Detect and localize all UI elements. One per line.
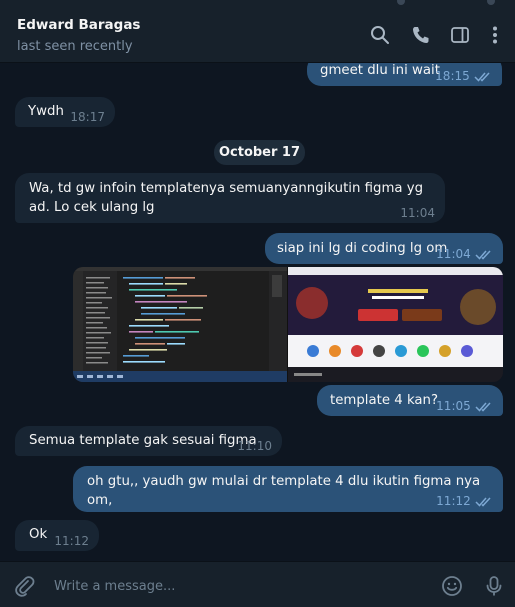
message-composer xyxy=(0,561,515,607)
message-incoming[interactable]: Ywdh 18:17 xyxy=(15,97,115,127)
message-incoming[interactable]: Ok 11:12 xyxy=(15,520,99,551)
search-icon[interactable] xyxy=(369,24,391,46)
message-text: oh gtu,, yaudh gw mulai dr template 4 dl… xyxy=(87,474,481,508)
message-text: gmeet dlu ini wait xyxy=(320,63,440,78)
message-text: Semua template gak sesuai figma xyxy=(29,433,257,448)
chat-header: Edward Baragas last seen recently xyxy=(0,6,515,63)
message-text: template 4 kan? xyxy=(330,393,439,408)
message-time: 11:04 xyxy=(436,247,471,261)
message-time: 11:12 xyxy=(54,534,89,548)
read-checkmarks-icon xyxy=(475,496,491,507)
message-text: Ywdh xyxy=(28,104,64,119)
date-divider: October 17 xyxy=(214,140,305,165)
window-dot xyxy=(397,0,405,5)
message-time: 11:04 xyxy=(400,206,435,220)
message-outgoing[interactable]: gmeet dlu ini wait 18:15 xyxy=(307,63,502,86)
message-text: Ok xyxy=(29,527,48,542)
message-list[interactable]: gmeet dlu ini wait 18:15 Ywdh 18:17 Octo… xyxy=(0,63,515,559)
message-incoming[interactable]: Wa, td gw infoin templatenya semuanyanng… xyxy=(15,173,445,223)
window-dot xyxy=(487,0,495,5)
sidebar-toggle-icon[interactable] xyxy=(449,24,471,46)
website-screenshot xyxy=(288,267,503,382)
message-outgoing[interactable]: oh gtu,, yaudh gw mulai dr template 4 dl… xyxy=(73,466,503,512)
contact-status: last seen recently xyxy=(17,39,133,54)
read-checkmarks-icon xyxy=(475,401,491,412)
message-outgoing[interactable]: siap ini lg di coding lg om 11:04 xyxy=(265,233,503,264)
chat-window: Edward Baragas last seen recently gmeet … xyxy=(0,0,515,607)
message-time: 11:12 xyxy=(436,494,471,508)
message-time: 18:17 xyxy=(70,110,105,124)
code-editor-screenshot xyxy=(73,267,287,382)
microphone-icon[interactable] xyxy=(482,574,506,598)
attach-icon[interactable] xyxy=(12,574,36,598)
emoji-icon[interactable] xyxy=(440,574,464,598)
contact-name[interactable]: Edward Baragas xyxy=(17,17,140,33)
message-incoming[interactable]: Semua template gak sesuai figma 11:10 xyxy=(15,426,282,456)
message-time: 11:05 xyxy=(436,399,471,413)
message-time: 18:15 xyxy=(435,69,470,83)
message-text: siap ini lg di coding lg om xyxy=(277,241,448,256)
message-outgoing[interactable]: template 4 kan? 11:05 xyxy=(317,385,503,416)
more-vertical-icon[interactable] xyxy=(484,24,506,46)
message-time: 11:10 xyxy=(237,439,272,453)
read-checkmarks-icon xyxy=(474,71,490,82)
phone-icon[interactable] xyxy=(410,24,432,46)
message-text: Wa, td gw infoin templatenya semuanyanng… xyxy=(29,181,424,215)
read-checkmarks-icon xyxy=(475,249,491,260)
message-input[interactable] xyxy=(52,562,426,607)
image-message[interactable] xyxy=(73,267,503,382)
